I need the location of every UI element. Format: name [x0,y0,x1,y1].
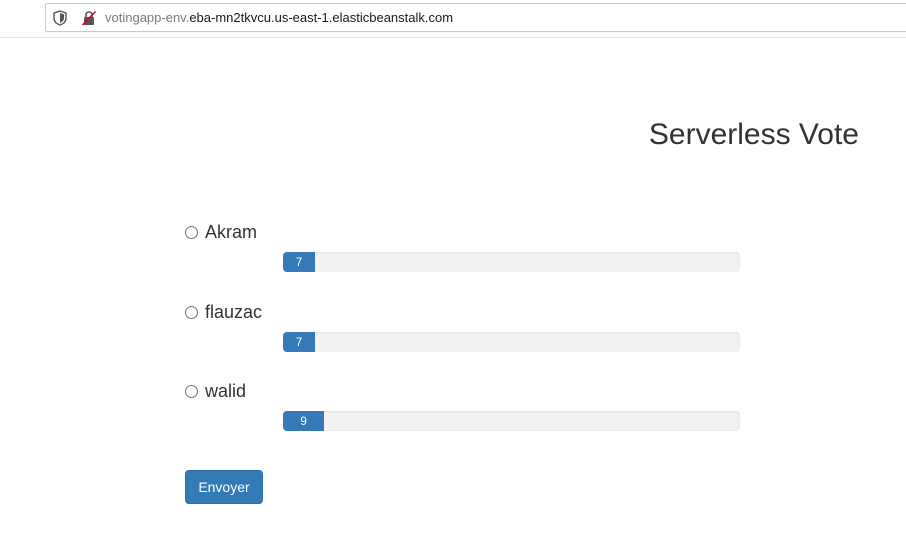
vote-progress: 9 [283,411,740,431]
submit-button[interactable]: Envoyer [185,470,263,504]
vote-progress-bar: 7 [283,252,315,272]
url-subdomain: votingapp-env. [105,10,190,25]
option-name: flauzac [205,302,263,322]
option-label[interactable]: Akram [185,221,257,243]
option-label[interactable]: flauzac [185,301,262,323]
page-title: Serverless Vote [648,118,859,151]
url-text[interactable]: votingapp-env.eba-mn2tkvcu.us-east-1.ela… [105,10,453,26]
browser-toolbar: votingapp-env.eba-mn2tkvcu.us-east-1.ela… [0,0,906,38]
option-name: walid [205,381,247,401]
vote-option-flauzac: flauzac 7 [185,301,745,352]
insecure-lock-icon[interactable] [81,10,97,26]
shield-icon[interactable] [53,10,67,26]
radio-button[interactable] [185,384,198,398]
vote-option-akram: Akram 7 [185,221,745,272]
radio-button[interactable] [185,225,198,239]
vote-progress-bar: 9 [283,411,325,431]
vote-option-walid: walid 9 [185,380,745,431]
vote-progress: 7 [283,332,740,352]
url-domain: eba-mn2tkvcu.us-east-1.elasticbeanstalk.… [189,10,454,25]
option-name: Akram [205,222,258,242]
vote-progress: 7 [283,252,740,272]
vote-progress-bar: 7 [283,332,315,352]
radio-button[interactable] [185,305,198,319]
option-label[interactable]: walid [185,380,246,402]
